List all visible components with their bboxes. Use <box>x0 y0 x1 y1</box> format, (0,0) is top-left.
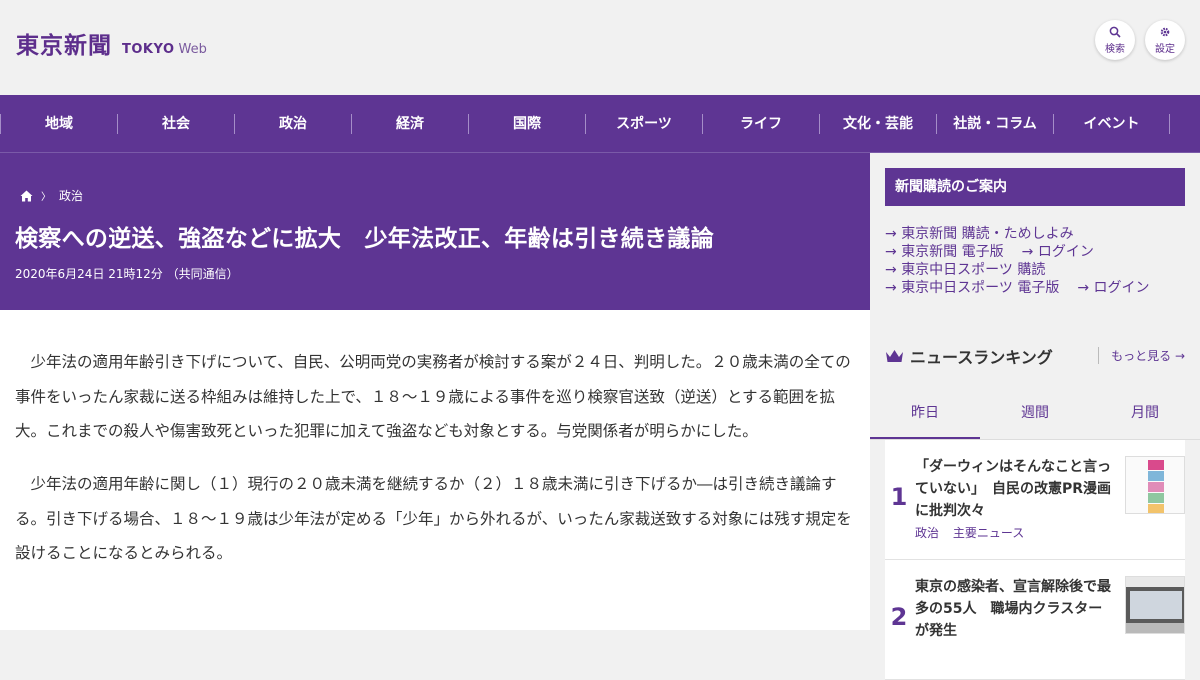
nav-item-culture[interactable]: 文化・芸能 <box>819 113 936 134</box>
search-icon <box>1109 26 1121 38</box>
nav-item-international[interactable]: 国際 <box>468 113 585 134</box>
nav-item-sports[interactable]: スポーツ <box>585 113 702 134</box>
nav-item-editorial[interactable]: 社説・コラム <box>936 113 1053 134</box>
ranking-tabs: 昨日 週間 月間 <box>870 388 1200 440</box>
link-label: 東京中日スポーツ 電子版 <box>901 280 1060 296</box>
settings-button[interactable]: 設定 <box>1145 20 1185 60</box>
global-nav: 地域 社会 政治 経済 国際 スポーツ ライフ 文化・芸能 社説・コラム イベン… <box>0 95 1200 153</box>
tokyo-login-link[interactable]: → ログイン <box>1022 243 1094 261</box>
arrow-right-icon: → <box>885 280 902 296</box>
chunichi-sports-digital-link[interactable]: → 東京中日スポーツ 電子版 <box>885 279 1059 297</box>
nav-item-politics[interactable]: 政治 <box>234 113 351 134</box>
link-label: ログイン <box>1037 244 1094 260</box>
subscription-heading: 新聞購読のご案内 <box>885 168 1185 206</box>
nav-item-life[interactable]: ライフ <box>702 113 819 134</box>
rank-tags: 政治 主要ニュース <box>915 524 1034 541</box>
nav-item-region[interactable]: 地域 <box>0 113 117 134</box>
article-body: 少年法の適用年齢引き下げについて、自民、公明両党の実務者が検討する案が２４日、判… <box>0 310 870 630</box>
ranking-item[interactable]: 1 「ダーウィンはそんなこと言っていない」 自民の改憲PR漫画に批判次々 政治 … <box>885 440 1185 560</box>
search-label: 検索 <box>1105 43 1125 55</box>
rank-thumbnail[interactable] <box>1125 456 1185 514</box>
arrow-right-icon: → <box>1021 244 1038 260</box>
nav-item-economy[interactable]: 経済 <box>351 113 468 134</box>
article-title: 検察への逆送、強盗などに拡大 少年法改正、年齢は引き続き議論 <box>15 226 714 252</box>
arrow-right-icon: → <box>885 226 902 242</box>
chevron-right-icon: 〉 <box>41 192 51 203</box>
arrow-right-icon: → <box>885 244 902 260</box>
breadcrumb-section[interactable]: 政治 <box>59 187 83 204</box>
breadcrumb: 〉 政治 <box>20 187 83 204</box>
rank-number: 1 <box>890 483 908 511</box>
ranking-item[interactable]: 2 東京の感染者、宣言解除後で最多の55人 職場内クラスターが発生 <box>885 560 1185 680</box>
link-label: ログイン <box>1093 280 1150 296</box>
search-button[interactable]: 検索 <box>1095 20 1135 60</box>
home-icon[interactable] <box>20 190 33 202</box>
tokyo-digital-link[interactable]: → 東京新聞 電子版 <box>885 243 1004 261</box>
article-paragraph: 少年法の適用年齢に関し（１）現行の２０歳未満を継続するか（２）１８歳未満に引き下… <box>15 475 852 562</box>
logo-latin: TOKYO <box>122 42 175 57</box>
tag-link[interactable]: 政治 <box>915 526 939 540</box>
ranking-header: ニュースランキング もっと見る → <box>885 343 1185 369</box>
rank-headline[interactable]: 東京の感染者、宣言解除後で最多の55人 職場内クラスターが発生 <box>915 576 1115 642</box>
tag-link[interactable]: 主要ニュース <box>953 526 1024 540</box>
chunichi-sports-subscribe-link[interactable]: → 東京中日スポーツ 購読 <box>885 261 1045 279</box>
ranking-list: 1 「ダーウィンはそんなこと言っていない」 自民の改憲PR漫画に批判次々 政治 … <box>885 440 1185 680</box>
tab-weekly[interactable]: 週間 <box>980 388 1090 439</box>
more-label: もっと見る <box>1111 349 1172 363</box>
link-label: 東京新聞 電子版 <box>901 244 1004 260</box>
subscribe-tokyo-link[interactable]: → 東京新聞 購読・ためしよみ <box>885 225 1074 243</box>
chunichi-login-link[interactable]: → ログイン <box>1077 279 1149 297</box>
link-label: 東京中日スポーツ 購読 <box>901 262 1046 278</box>
nav-item-events[interactable]: イベント <box>1053 113 1170 134</box>
settings-label: 設定 <box>1155 43 1175 55</box>
logo-web: Web <box>178 42 207 57</box>
more-link[interactable]: もっと見る → <box>1098 347 1185 364</box>
site-header: 東京新聞 TOKYO Web 検索 設定 <box>0 0 1200 95</box>
rank-headline[interactable]: 「ダーウィンはそんなこと言っていない」 自民の改憲PR漫画に批判次々 <box>915 456 1115 522</box>
rank-thumbnail[interactable] <box>1125 576 1185 634</box>
crown-icon <box>886 349 903 362</box>
arrow-right-icon: → <box>1077 280 1094 296</box>
sidebar: 新聞購読のご案内 → 東京新聞 購読・ためしよみ → 東京新聞 電子版 → ログ… <box>870 153 1200 680</box>
link-label: 東京新聞 購読・ためしよみ <box>901 226 1074 242</box>
rank-number: 2 <box>890 603 908 631</box>
article-date: 2020年6月24日 21時12分 （共同通信） <box>15 267 239 281</box>
site-logo[interactable]: 東京新聞 TOKYO Web <box>16 26 207 60</box>
subscription-links: → 東京新聞 購読・ためしよみ → 東京新聞 電子版 → ログイン → 東京中日… <box>885 225 1168 297</box>
logo-kanji: 東京新聞 <box>16 32 112 59</box>
arrow-right-icon: → <box>1174 349 1185 363</box>
article-header: 〉 政治 検察への逆送、強盗などに拡大 少年法改正、年齢は引き続き議論 2020… <box>0 153 870 310</box>
gear-icon <box>1160 27 1170 36</box>
tab-monthly[interactable]: 月間 <box>1090 388 1200 439</box>
arrow-right-icon: → <box>885 262 902 278</box>
tab-yesterday[interactable]: 昨日 <box>870 388 980 439</box>
article-paragraph: 少年法の適用年齢引き下げについて、自民、公明両党の実務者が検討する案が２４日、判… <box>15 353 851 440</box>
nav-item-society[interactable]: 社会 <box>117 113 234 134</box>
ranking-title: ニュースランキング <box>910 348 1053 367</box>
